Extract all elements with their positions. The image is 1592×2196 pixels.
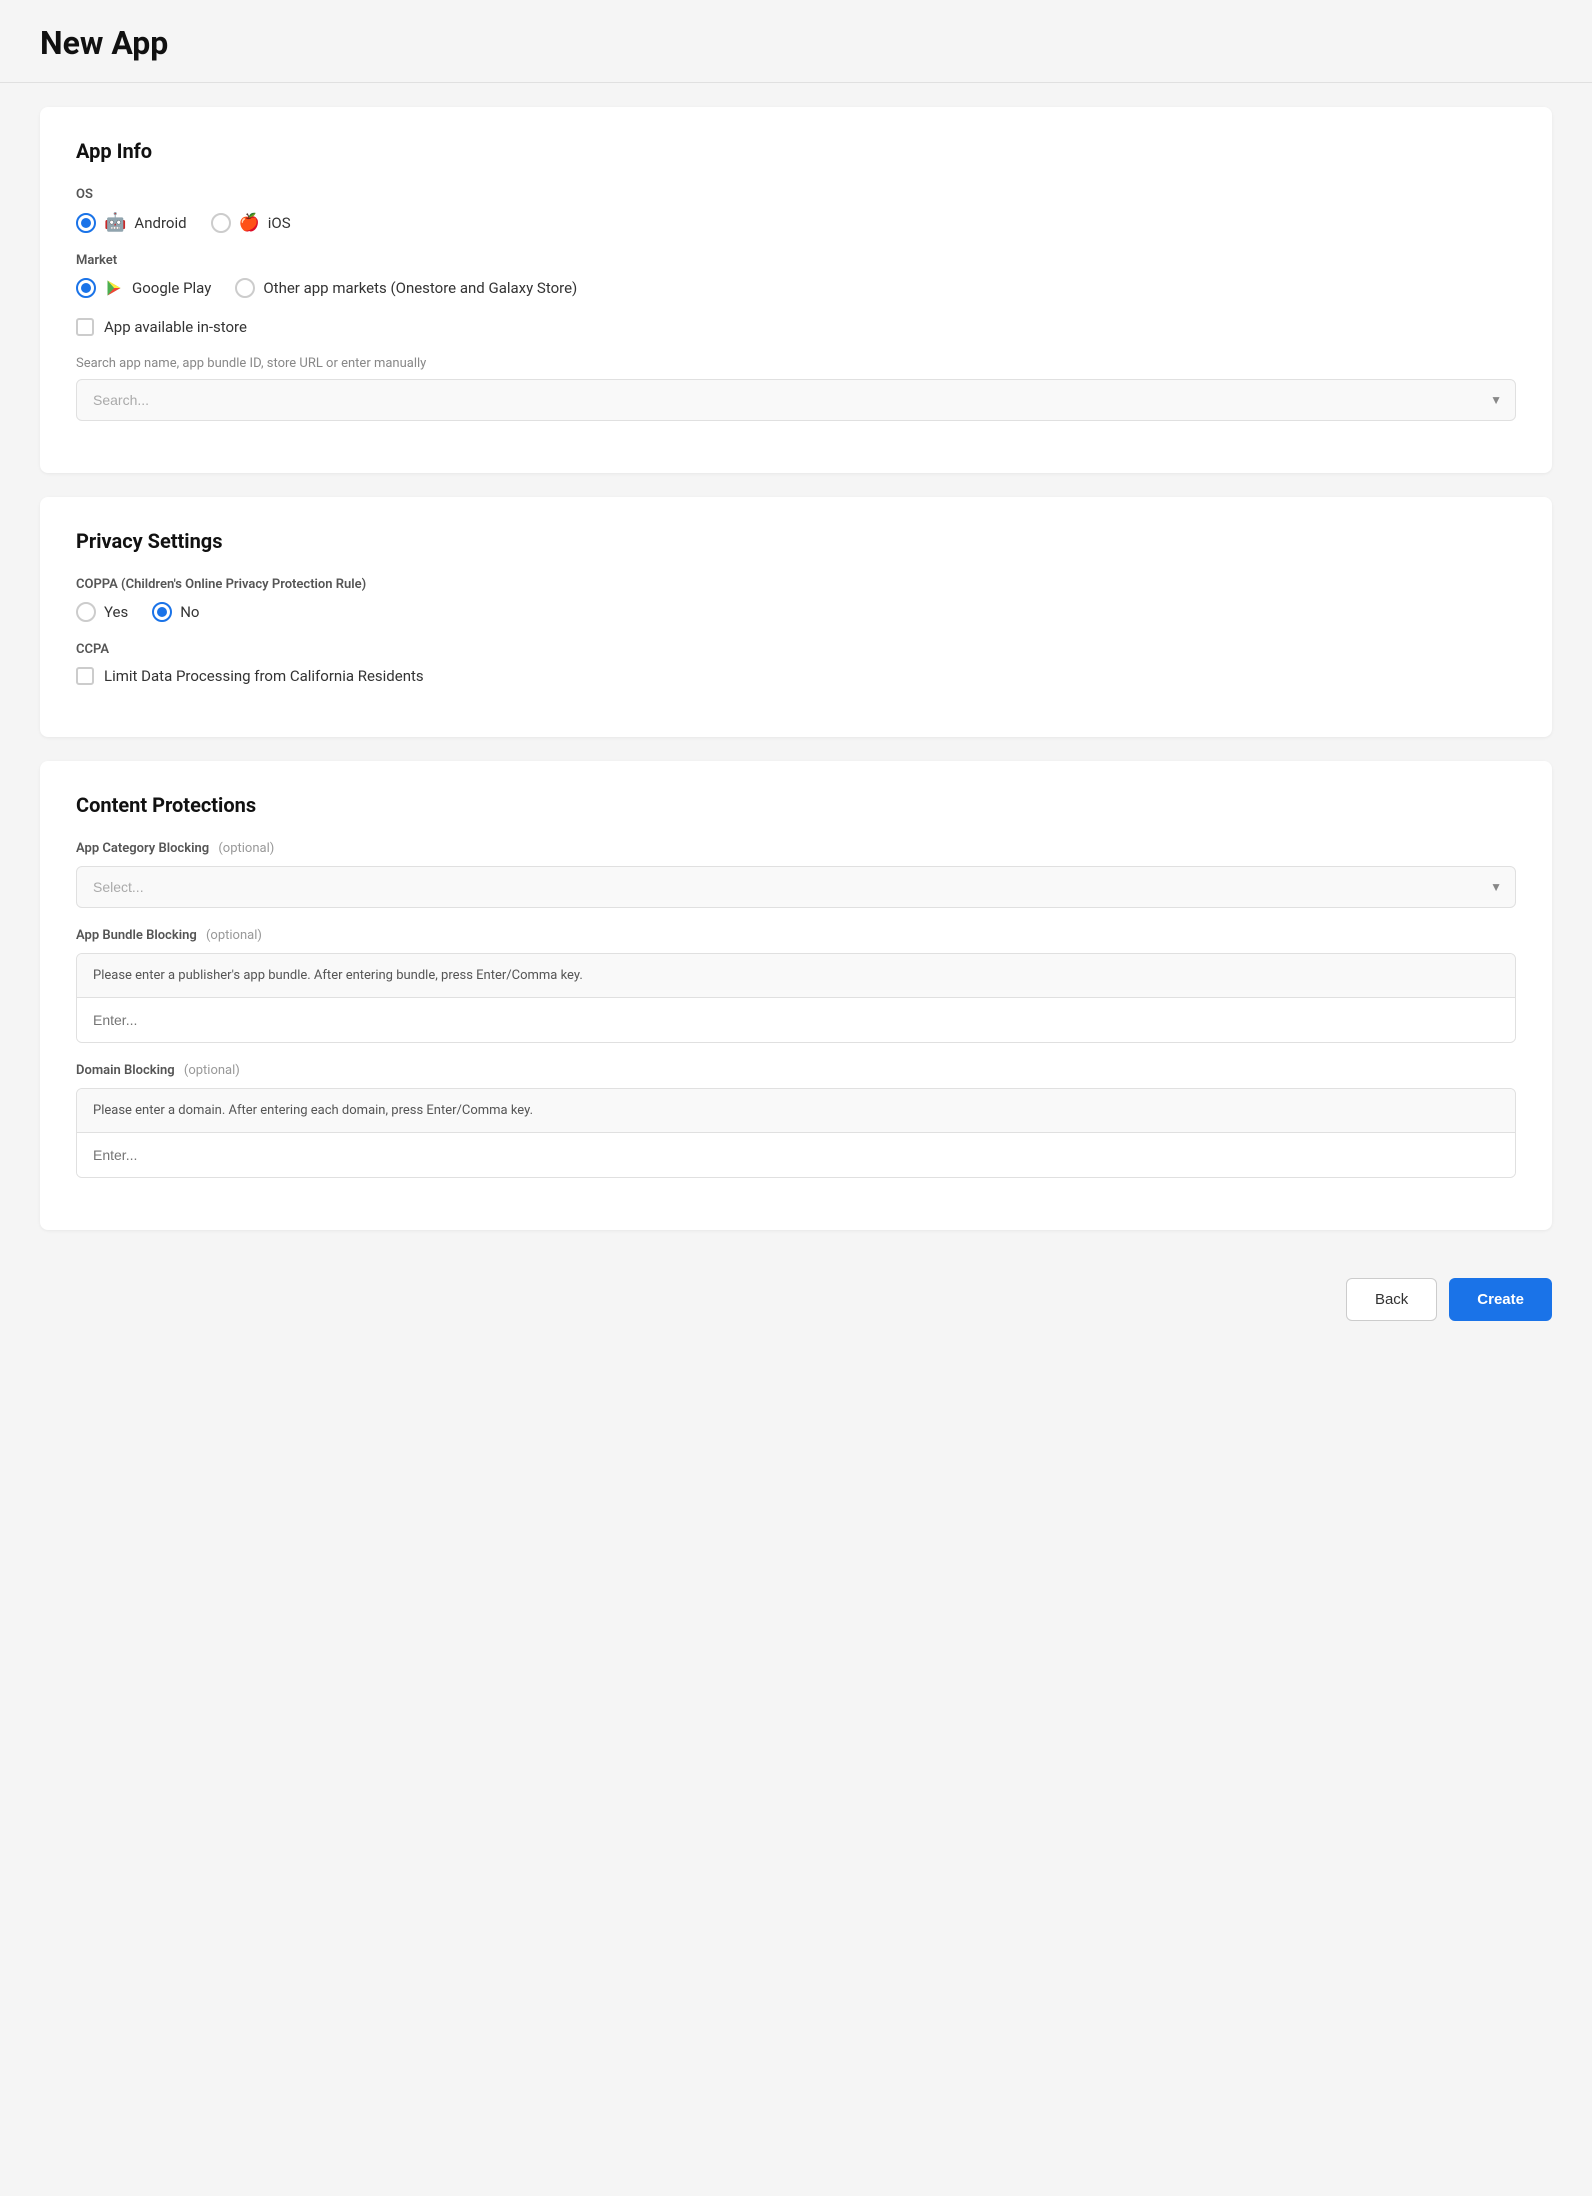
market-other-label: Other app markets (Onestore and Galaxy S…	[263, 279, 577, 297]
ccpa-label: CCPA	[76, 642, 1516, 657]
bundle-blocking-input[interactable]	[77, 998, 1515, 1042]
bundle-blocking-label: App Bundle Blocking (optional)	[76, 928, 1516, 943]
category-blocking-select[interactable]: Select...	[76, 866, 1516, 908]
category-blocking-optional: (optional)	[218, 841, 274, 856]
market-other-radio[interactable]	[235, 278, 255, 298]
os-label: OS	[76, 187, 1516, 202]
app-info-section: App Info OS 🤖 Android 🍎 iOS	[40, 107, 1552, 473]
os-field-group: OS 🤖 Android 🍎 iOS	[76, 187, 1516, 233]
privacy-settings-section: Privacy Settings COPPA (Children's Onlin…	[40, 497, 1552, 737]
domain-blocking-card: Please enter a domain. After entering ea…	[76, 1088, 1516, 1178]
bundle-blocking-card: Please enter a publisher's app bundle. A…	[76, 953, 1516, 1043]
os-ios-radio[interactable]	[211, 213, 231, 233]
coppa-no-option[interactable]: No	[152, 602, 199, 622]
ccpa-checkbox-option[interactable]: Limit Data Processing from California Re…	[76, 667, 1516, 685]
coppa-field-group: COPPA (Children's Online Privacy Protect…	[76, 577, 1516, 622]
market-google-play-radio[interactable]	[76, 278, 96, 298]
app-available-label: App available in-store	[104, 318, 247, 336]
coppa-yes-label: Yes	[104, 603, 128, 621]
market-google-play-option[interactable]: Google Play	[76, 278, 211, 298]
os-android-label: Android	[134, 214, 186, 232]
search-hint-label: Search app name, app bundle ID, store UR…	[76, 356, 1516, 371]
coppa-no-radio[interactable]	[152, 602, 172, 622]
bundle-blocking-optional: (optional)	[206, 928, 262, 943]
os-ios-label: iOS	[268, 214, 291, 232]
domain-blocking-input[interactable]	[77, 1133, 1515, 1177]
market-other-option[interactable]: Other app markets (Onestore and Galaxy S…	[235, 278, 577, 298]
category-blocking-label: App Category Blocking (optional)	[76, 841, 1516, 856]
ccpa-checkbox[interactable]	[76, 667, 94, 685]
os-radio-group: 🤖 Android 🍎 iOS	[76, 212, 1516, 233]
search-field-group: Search app name, app bundle ID, store UR…	[76, 356, 1516, 421]
market-field-group: Market	[76, 253, 1516, 298]
os-android-option[interactable]: 🤖 Android	[76, 212, 187, 233]
market-label: Market	[76, 253, 1516, 268]
coppa-radio-group: Yes No	[76, 602, 1516, 622]
search-select[interactable]: Search...	[76, 379, 1516, 421]
category-blocking-select-wrapper: Select... ▼	[76, 866, 1516, 908]
coppa-yes-option[interactable]: Yes	[76, 602, 128, 622]
app-available-checkbox[interactable]	[76, 318, 94, 336]
ios-icon: 🍎	[239, 213, 260, 233]
content-protections-title: Content Protections	[76, 793, 1516, 817]
app-available-field-group: App available in-store	[76, 318, 1516, 336]
search-select-wrapper: Search... ▼	[76, 379, 1516, 421]
page-title: New App	[40, 24, 1552, 62]
ccpa-field-group: CCPA Limit Data Processing from Californ…	[76, 642, 1516, 685]
bundle-blocking-field-group: App Bundle Blocking (optional) Please en…	[76, 928, 1516, 1043]
market-google-play-label: Google Play	[132, 279, 211, 297]
domain-blocking-hint: Please enter a domain. After entering ea…	[77, 1089, 1515, 1133]
domain-blocking-label: Domain Blocking (optional)	[76, 1063, 1516, 1078]
back-button[interactable]: Back	[1346, 1278, 1437, 1321]
os-ios-option[interactable]: 🍎 iOS	[211, 213, 291, 233]
privacy-settings-title: Privacy Settings	[76, 529, 1516, 553]
footer-buttons: Back Create	[0, 1254, 1592, 1345]
app-available-checkbox-option[interactable]: App available in-store	[76, 318, 1516, 336]
market-radio-group: Google Play Other app markets (Onestore …	[76, 278, 1516, 298]
main-content: App Info OS 🤖 Android 🍎 iOS	[0, 83, 1592, 1254]
page-header: New App	[0, 0, 1592, 83]
android-icon: 🤖	[104, 212, 126, 233]
app-info-title: App Info	[76, 139, 1516, 163]
os-android-radio[interactable]	[76, 213, 96, 233]
coppa-yes-radio[interactable]	[76, 602, 96, 622]
coppa-no-label: No	[180, 603, 199, 621]
ccpa-checkbox-label: Limit Data Processing from California Re…	[104, 667, 424, 685]
content-protections-section: Content Protections App Category Blockin…	[40, 761, 1552, 1230]
google-play-icon	[104, 278, 124, 298]
domain-blocking-optional: (optional)	[184, 1063, 240, 1078]
domain-blocking-field-group: Domain Blocking (optional) Please enter …	[76, 1063, 1516, 1178]
create-button[interactable]: Create	[1449, 1278, 1552, 1321]
category-blocking-field-group: App Category Blocking (optional) Select.…	[76, 841, 1516, 908]
coppa-label: COPPA (Children's Online Privacy Protect…	[76, 577, 1516, 592]
bundle-blocking-hint: Please enter a publisher's app bundle. A…	[77, 954, 1515, 998]
